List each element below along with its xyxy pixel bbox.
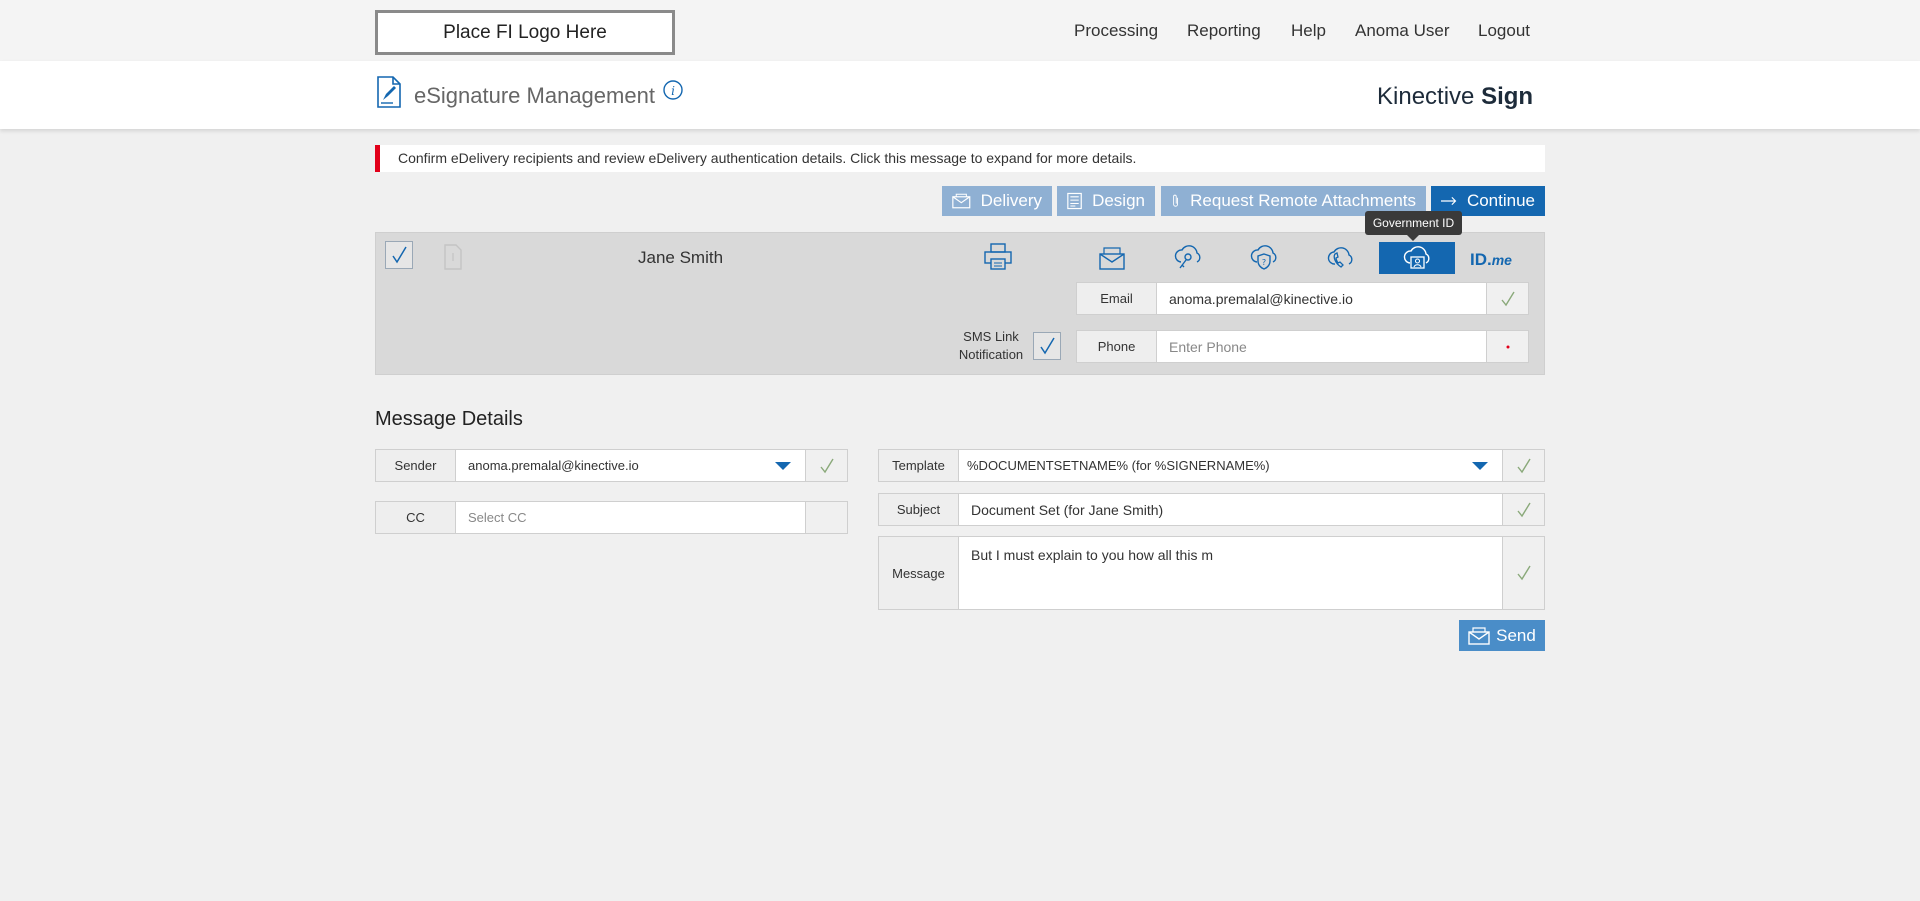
cc-field-row: CC	[375, 501, 848, 534]
nav-reporting[interactable]: Reporting	[1187, 21, 1261, 41]
nav-processing[interactable]: Processing	[1074, 21, 1158, 41]
nav-help[interactable]: Help	[1291, 21, 1326, 41]
security-question-icon[interactable]: ?	[1226, 242, 1302, 274]
recipient-select-checkbox[interactable]	[385, 241, 413, 269]
dropdown-arrow-icon	[775, 461, 791, 470]
subject-field-row: Subject Document Set (for Jane Smith)	[878, 493, 1545, 526]
check-icon	[1502, 537, 1544, 609]
phone-label: Phone	[1077, 331, 1157, 362]
printer-icon[interactable]	[983, 243, 1013, 276]
email-auth-icon[interactable]	[1074, 242, 1150, 274]
svg-text:?: ?	[1262, 258, 1266, 267]
template-select[interactable]: %DOCUMENTSETNAME% (for %SIGNERNAME%)	[959, 450, 1502, 481]
document-icon	[443, 244, 463, 275]
required-indicator-icon	[1486, 331, 1528, 362]
email-field-row: Email anoma.premalal@kinective.io	[1076, 282, 1529, 315]
idme-auth-option[interactable]: ID.me	[1470, 250, 1512, 270]
send-button[interactable]: Send	[1459, 620, 1545, 651]
envelope-icon	[1468, 626, 1490, 645]
message-textarea[interactable]: But I must explain to you how all this m	[959, 537, 1502, 609]
government-id-tooltip: Government ID	[1365, 211, 1462, 241]
recipient-name: Jane Smith	[638, 248, 724, 267]
sender-label: Sender	[376, 450, 456, 481]
phone-auth-icon[interactable]	[1302, 242, 1378, 274]
subject-label: Subject	[879, 494, 959, 525]
subject-input[interactable]: Document Set (for Jane Smith)	[959, 494, 1502, 525]
design-button[interactable]: Design	[1057, 186, 1155, 216]
nav-logout[interactable]: Logout	[1478, 21, 1530, 41]
delivery-button[interactable]: Delivery	[942, 186, 1052, 216]
message-field-row: Message But I must explain to you how al…	[878, 536, 1545, 610]
email-field[interactable]: anoma.premalal@kinective.io	[1157, 283, 1486, 314]
email-label: Email	[1077, 283, 1157, 314]
envelope-icon	[952, 193, 971, 209]
sender-value: anoma.premalal@kinective.io	[468, 458, 639, 473]
info-icon[interactable]: i	[663, 80, 683, 105]
sms-notification-checkbox[interactable]	[1033, 332, 1061, 360]
message-label: Message	[879, 537, 959, 609]
page-title: eSignature Management	[414, 83, 655, 108]
dropdown-arrow-icon	[1472, 461, 1488, 470]
cc-input[interactable]	[456, 502, 805, 533]
check-icon	[1502, 450, 1544, 481]
brand-logo: Kinective Sign	[1377, 83, 1534, 110]
nav-user[interactable]: Anoma User	[1355, 21, 1449, 41]
top-bar	[0, 0, 1920, 61]
alert-banner[interactable]: Confirm eDelivery recipients and review …	[375, 145, 1545, 172]
template-label: Template	[879, 450, 959, 481]
check-icon	[1502, 494, 1544, 525]
sms-link-notification-label: SMS Link Notification	[958, 329, 1024, 362]
app-header	[0, 61, 1920, 129]
template-field-row: Template %DOCUMENTSETNAME% (for %SIGNERN…	[878, 449, 1545, 482]
svg-text:i: i	[671, 84, 675, 98]
layout-icon	[1067, 192, 1082, 210]
cloud-key-icon[interactable]	[1150, 242, 1226, 274]
cc-status	[805, 502, 847, 533]
sender-select[interactable]: anoma.premalal@kinective.io	[456, 450, 805, 481]
government-id-icon[interactable]	[1379, 242, 1455, 274]
sender-field-row: Sender anoma.premalal@kinective.io	[375, 449, 848, 482]
document-sign-icon	[376, 76, 402, 113]
check-icon	[1486, 283, 1528, 314]
check-icon	[805, 450, 847, 481]
fi-logo-placeholder: Place FI Logo Here	[375, 10, 675, 55]
phone-field-row: Phone	[1076, 330, 1529, 363]
message-details-title: Message Details	[375, 408, 523, 430]
paperclip-icon	[1173, 194, 1178, 207]
cc-label: CC	[376, 502, 456, 533]
template-value: %DOCUMENTSETNAME% (for %SIGNERNAME%)	[967, 458, 1270, 473]
phone-input[interactable]	[1157, 331, 1486, 362]
arrow-right-icon	[1441, 196, 1457, 206]
